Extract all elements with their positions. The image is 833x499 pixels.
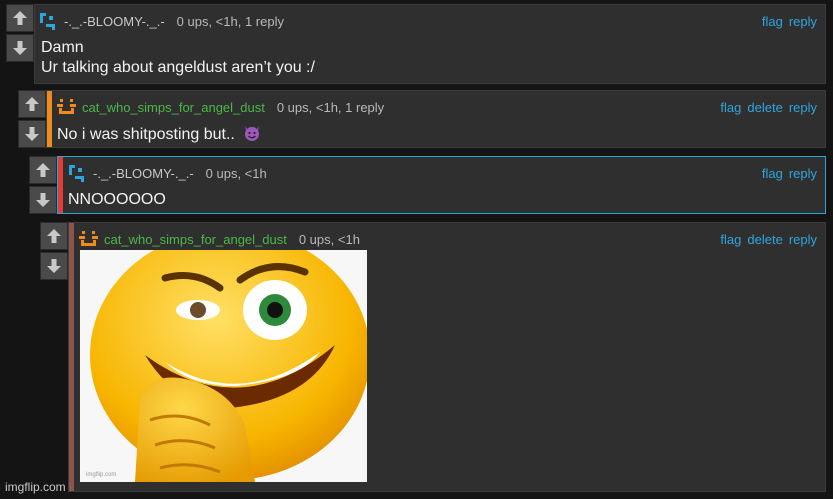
- comment-2: cat_who_simps_for_angel_dust 0 ups, <1h,…: [18, 90, 826, 148]
- comment-header: -._.-BLOOMY-._.- 0 ups, <1h, 1 reply fla…: [39, 11, 817, 31]
- upvote-button[interactable]: [29, 156, 57, 184]
- thread-stripe: [47, 91, 52, 147]
- comment-line: Ur talking about angeldust aren’t you :/: [41, 59, 315, 76]
- avatar-icon: [79, 230, 98, 246]
- arrow-up-icon: [13, 11, 27, 25]
- thread-stripe: [58, 157, 63, 213]
- avatar-icon: [69, 164, 84, 182]
- comment-header: cat_who_simps_for_angel_dust 0 ups, <1h …: [79, 229, 817, 249]
- comment-meta: 0 ups, <1h, 1 reply: [276, 99, 385, 115]
- smirking-emoji-image: [80, 250, 367, 482]
- downvote-button[interactable]: [6, 34, 34, 62]
- image-watermark: imgflip.com: [86, 472, 117, 478]
- downvote-button[interactable]: [29, 186, 57, 214]
- comment-text: No i was shitposting but..: [57, 124, 261, 145]
- flag-link[interactable]: flag: [762, 14, 783, 29]
- arrow-up-icon: [47, 229, 61, 243]
- username[interactable]: cat_who_simps_for_angel_dust: [82, 100, 265, 115]
- comment-box: cat_who_simps_for_angel_dust 0 ups, <1h,…: [46, 90, 826, 148]
- comment-box: cat_who_simps_for_angel_dust 0 ups, <1h …: [68, 222, 826, 492]
- comment-actions: flag reply: [762, 166, 817, 181]
- avatar-icon: [57, 98, 76, 114]
- comment-actions: flag delete reply: [720, 232, 817, 247]
- upvote-button[interactable]: [18, 90, 46, 118]
- comment-meta: 0 ups, <1h, 1 reply: [176, 13, 284, 29]
- comment-1: -._.-BLOOMY-._.- 0 ups, <1h, 1 reply fla…: [6, 4, 826, 84]
- downvote-button[interactable]: [40, 252, 68, 280]
- comment-3: -._.-BLOOMY-._.- 0 ups, <1h flag reply N…: [29, 156, 826, 214]
- arrow-down-icon: [25, 127, 39, 141]
- arrow-down-icon: [13, 41, 27, 55]
- flag-link[interactable]: flag: [720, 232, 741, 247]
- flag-link[interactable]: flag: [762, 166, 783, 181]
- upvote-button[interactable]: [6, 4, 34, 32]
- arrow-down-icon: [36, 193, 50, 207]
- reply-link[interactable]: reply: [789, 232, 817, 247]
- username[interactable]: -._.-BLOOMY-._.-: [93, 166, 194, 181]
- reply-link[interactable]: reply: [789, 100, 817, 115]
- comment-box: -._.-BLOOMY-._.- 0 ups, <1h, 1 reply fla…: [34, 4, 826, 84]
- username[interactable]: -._.-BLOOMY-._.-: [64, 14, 165, 29]
- comment-meta: 0 ups, <1h: [298, 231, 360, 247]
- comment-header: cat_who_simps_for_angel_dust 0 ups, <1h,…: [57, 97, 817, 117]
- comment-4: cat_who_simps_for_angel_dust 0 ups, <1h …: [40, 222, 826, 492]
- reply-link[interactable]: reply: [789, 166, 817, 181]
- comment-text: NNOOOOOO: [68, 191, 166, 208]
- upvote-button[interactable]: [40, 222, 68, 250]
- downvote-button[interactable]: [18, 120, 46, 148]
- vote-controls: [6, 4, 34, 64]
- comment-line: No i was shitposting but..: [57, 126, 235, 143]
- arrow-up-icon: [25, 97, 39, 111]
- smiling-devil-emoji-icon: [245, 126, 260, 141]
- comment-line: Damn: [41, 39, 84, 56]
- arrow-down-icon: [47, 259, 61, 273]
- comment-box: -._.-BLOOMY-._.- 0 ups, <1h flag reply N…: [57, 156, 826, 214]
- site-watermark: imgflip.com: [5, 480, 66, 494]
- vote-controls: [40, 222, 68, 282]
- delete-link[interactable]: delete: [747, 232, 782, 247]
- comment-actions: flag delete reply: [720, 100, 817, 115]
- vote-controls: [29, 156, 57, 216]
- comment-header: -._.-BLOOMY-._.- 0 ups, <1h flag reply: [68, 163, 817, 183]
- delete-link[interactable]: delete: [747, 100, 782, 115]
- arrow-up-icon: [36, 163, 50, 177]
- comment-image[interactable]: imgflip.com: [80, 250, 367, 482]
- vote-controls: [18, 90, 46, 150]
- comment-text: Damn Ur talking about angeldust aren’t y…: [41, 38, 315, 78]
- thread-stripe: [69, 223, 74, 491]
- flag-link[interactable]: flag: [720, 100, 741, 115]
- comment-actions: flag reply: [762, 14, 817, 29]
- comment-meta: 0 ups, <1h: [205, 165, 267, 181]
- reply-link[interactable]: reply: [789, 14, 817, 29]
- avatar-icon: [40, 12, 55, 30]
- username[interactable]: cat_who_simps_for_angel_dust: [104, 232, 287, 247]
